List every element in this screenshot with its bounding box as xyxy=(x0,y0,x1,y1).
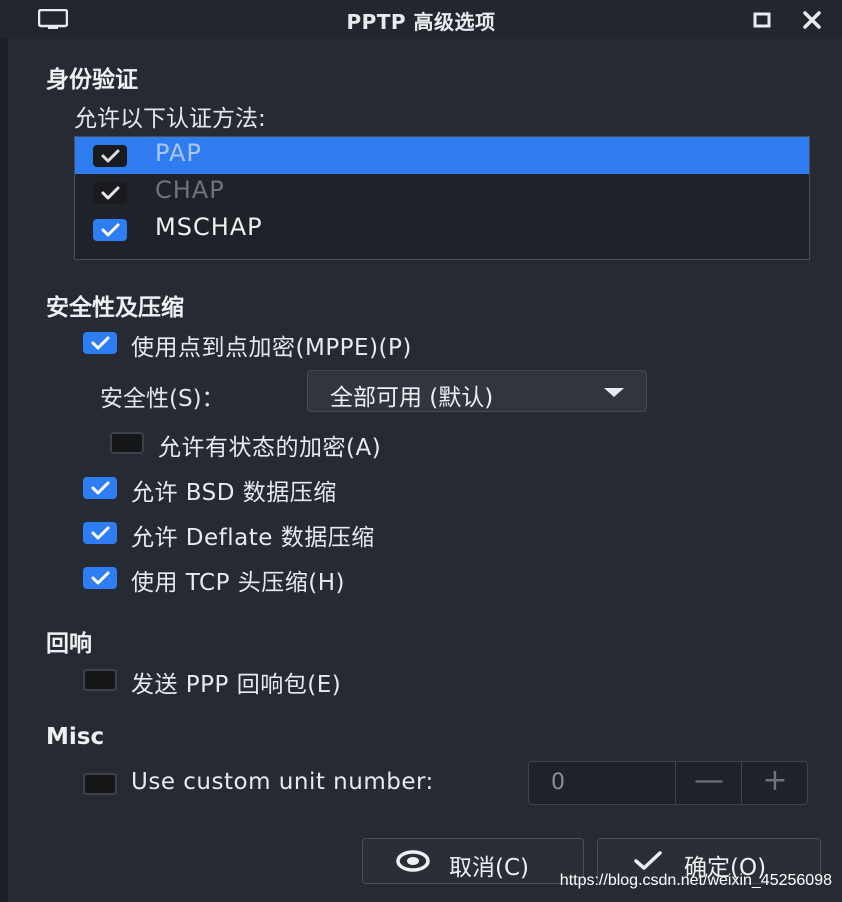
echo-label: 发送 PPP 回响包(E) xyxy=(131,672,342,698)
cancel-label: 取消(C) xyxy=(449,855,530,881)
unit-number-value: 0 xyxy=(551,770,565,795)
window-edge xyxy=(0,38,8,902)
stateful-checkbox[interactable] xyxy=(110,432,144,454)
echo-checkbox[interactable] xyxy=(83,669,117,691)
security-level-dropdown[interactable]: 全部可用 (默认) xyxy=(307,370,647,412)
chap-checkbox[interactable] xyxy=(93,182,127,204)
mppe-label: 使用点到点加密(MPPE)(P) xyxy=(131,335,412,361)
unit-number-input[interactable]: 0 xyxy=(529,762,675,804)
check-icon xyxy=(91,336,110,350)
chevron-down-icon xyxy=(604,388,624,397)
tcp-label: 使用 TCP 头压缩(H) xyxy=(131,570,345,596)
cancel-icon xyxy=(396,850,430,872)
deflate-checkbox[interactable] xyxy=(83,522,117,544)
pap-checkbox[interactable] xyxy=(93,145,127,167)
increment-button[interactable]: + xyxy=(741,762,808,804)
bsd-label: 允许 BSD 数据压缩 xyxy=(131,480,337,506)
window-title: PPTP 高级选项 xyxy=(346,10,496,34)
auth-methods-list: PAP CHAP MSCHAP xyxy=(74,136,810,260)
maximize-icon[interactable] xyxy=(750,8,774,32)
auth-method-pap[interactable]: PAP xyxy=(75,137,809,174)
check-icon xyxy=(91,481,110,495)
stateful-label: 允许有状态的加密(A) xyxy=(158,435,382,461)
stateful-option[interactable]: 允许有状态的加密(A) xyxy=(110,430,510,461)
cancel-button[interactable]: 取消(C) xyxy=(362,838,584,884)
auth-method-label: PAP xyxy=(155,139,202,167)
echo-section-title: 回响 xyxy=(46,631,92,657)
deflate-option[interactable]: 允许 Deflate 数据压缩 xyxy=(83,520,483,551)
auth-method-label: CHAP xyxy=(155,176,225,204)
misc-section-title: Misc xyxy=(46,724,105,750)
unit-checkbox[interactable] xyxy=(83,773,117,795)
auth-method-mschap[interactable]: MSCHAP xyxy=(75,211,809,248)
auth-method-label: MSCHAP xyxy=(155,213,263,241)
title-bar: PPTP 高级选项 xyxy=(0,0,842,38)
security-level-label: 安全性(S)： xyxy=(100,386,225,412)
watermark-text: https://blog.csdn.net/weixin_45256098 xyxy=(559,872,832,889)
mppe-checkbox[interactable] xyxy=(83,332,117,354)
check-icon xyxy=(101,223,120,237)
bsd-checkbox[interactable] xyxy=(83,477,117,499)
close-icon[interactable] xyxy=(800,8,824,32)
echo-option[interactable]: 发送 PPP 回响包(E) xyxy=(83,667,443,698)
check-icon xyxy=(101,186,120,200)
mschap-checkbox[interactable] xyxy=(93,219,127,241)
unit-option[interactable]: Use custom unit number: xyxy=(83,769,513,797)
check-icon xyxy=(101,149,120,163)
tcp-option[interactable]: 使用 TCP 头压缩(H) xyxy=(83,565,443,596)
auth-method-chap[interactable]: CHAP xyxy=(75,174,809,211)
unit-label: Use custom unit number: xyxy=(131,769,434,795)
unit-number-stepper: 0 — + xyxy=(528,761,808,805)
tcp-checkbox[interactable] xyxy=(83,567,117,589)
auth-section-title: 身份验证 xyxy=(46,67,138,93)
check-icon xyxy=(91,526,110,540)
security-level-value: 全部可用 (默认) xyxy=(330,385,494,411)
security-section-title: 安全性及压缩 xyxy=(46,295,184,321)
deflate-label: 允许 Deflate 数据压缩 xyxy=(131,525,375,551)
minus-icon: — xyxy=(694,763,724,798)
mppe-option[interactable]: 使用点到点加密(MPPE)(P) xyxy=(83,330,543,361)
checkmark-icon xyxy=(634,851,662,870)
plus-icon: + xyxy=(762,763,788,798)
decrement-button[interactable]: — xyxy=(675,762,742,804)
auth-prompt: 允许以下认证方法: xyxy=(74,106,266,132)
bsd-option[interactable]: 允许 BSD 数据压缩 xyxy=(83,475,443,506)
check-icon xyxy=(91,571,110,585)
